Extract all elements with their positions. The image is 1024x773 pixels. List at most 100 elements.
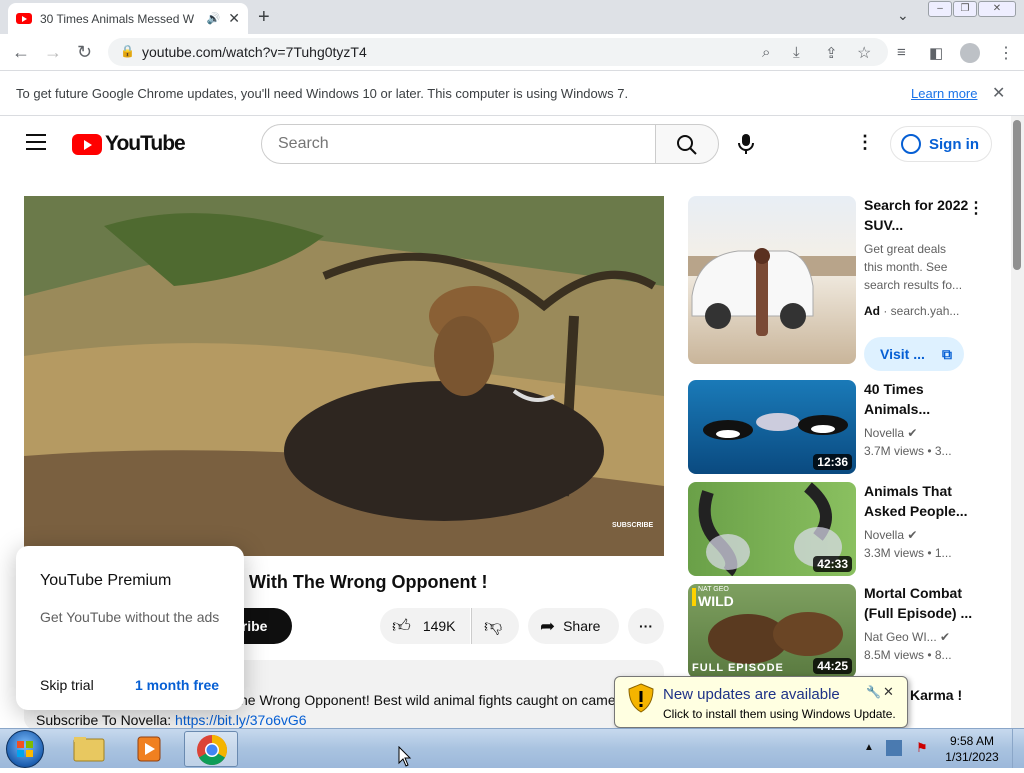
visit-label: Visit ... <box>880 346 925 362</box>
related-channel: Novella ✔ <box>864 526 917 544</box>
ad-more-icon[interactable]: ⋮ <box>968 198 984 218</box>
file-explorer-taskbar-button[interactable] <box>62 731 116 767</box>
close-window-button[interactable]: ✕ <box>978 1 1016 17</box>
start-button[interactable] <box>6 730 44 768</box>
update-title: New updates are available <box>663 686 840 703</box>
search-button[interactable] <box>655 124 719 164</box>
media-player-icon <box>137 736 161 762</box>
balloon-options-icon[interactable]: 🔧 <box>866 685 881 699</box>
tab-search-chevron-icon[interactable]: ⌄ <box>897 7 909 24</box>
video-player[interactable]: SUBSCRIBE <box>24 196 664 556</box>
sign-in-label: Sign in <box>929 135 979 153</box>
sign-in-button[interactable]: Sign in <box>890 126 992 162</box>
minimize-button[interactable]: – <box>928 1 952 17</box>
thumbs-down-icon: 👎︎ <box>484 616 503 636</box>
related-thumbnail[interactable]: 12:36 <box>688 380 856 474</box>
side-panel-icon[interactable]: ◧ <box>929 44 943 62</box>
reload-icon[interactable]: ↻ <box>77 42 92 63</box>
description-line: he Wrong Opponent! Best wild animal figh… <box>240 692 615 708</box>
visit-button[interactable]: Visit ... ⧉ <box>864 337 964 371</box>
related-meta: 3.3M views • 1... <box>864 546 952 560</box>
media-control-icon[interactable]: ≡ <box>897 44 906 61</box>
premium-subtitle: Get YouTube without the ads <box>40 609 220 625</box>
channel-name: Nat Geo WI... <box>864 630 937 644</box>
duration-badge: 12:36 <box>813 454 852 470</box>
network-tray-icon[interactable] <box>886 740 902 756</box>
related-title[interactable]: 40 Times Animals... <box>864 379 974 419</box>
more-actions-button[interactable]: ··· <box>628 608 664 644</box>
windows-logo-icon <box>17 741 33 757</box>
youtube-logo[interactable]: YouTube <box>72 132 186 155</box>
chrome-icon <box>197 735 228 766</box>
related-thumbnail[interactable]: NAT GEO WILD FULL EPISODE 44:25 <box>688 584 856 678</box>
wild-badge: WILD <box>698 593 734 609</box>
tab-close-icon[interactable]: ✕ <box>228 10 240 27</box>
update-body: Click to install them using Windows Upda… <box>663 707 896 721</box>
show-hidden-icons[interactable]: ▲ <box>864 742 874 753</box>
lock-icon[interactable]: 🔒 <box>120 44 135 58</box>
clock-time: 9:58 AM <box>949 734 995 748</box>
dislike-button[interactable]: 👎︎ <box>471 608 519 644</box>
share-label: Share <box>563 618 601 634</box>
month-free-button[interactable]: 1 month free <box>135 677 219 693</box>
zoom-search-icon[interactable]: ⌕ <box>762 44 770 61</box>
bookmark-star-icon[interactable]: ☆ <box>857 43 871 63</box>
share-page-icon[interactable]: ⇪ <box>825 44 838 62</box>
taskbar-clock[interactable]: 9:58 AM 1/31/2023 <box>936 733 1008 765</box>
more-options-icon[interactable]: ⋮ <box>856 132 874 153</box>
infobar-message: To get future Google Chrome updates, you… <box>16 86 629 101</box>
restore-button[interactable]: ❐ <box>953 1 977 17</box>
forward-icon[interactable]: → <box>44 42 62 63</box>
description-prefix: Subscribe To Novella: <box>36 712 176 728</box>
youtube-logo-text: YouTube <box>105 132 186 155</box>
speaker-icon[interactable]: 🔊 <box>207 12 221 25</box>
ad-thumbnail[interactable] <box>688 196 856 364</box>
url-text: youtube.com/watch?v=7Tuhg0tyzT4 <box>142 44 367 60</box>
related-title[interactable]: Mortal Combat (Full Episode) ... <box>864 583 974 623</box>
related-title[interactable]: Karma ! <box>910 685 1020 705</box>
infobar-close-icon[interactable]: ✕ <box>992 83 1005 103</box>
related-thumbnail[interactable]: 42:33 <box>688 482 856 576</box>
profile-avatar-icon[interactable] <box>960 43 980 63</box>
microphone-icon[interactable] <box>736 133 756 160</box>
skip-trial-button[interactable]: Skip trial <box>40 677 94 693</box>
duration-badge: 42:33 <box>813 556 852 572</box>
ad-title[interactable]: Search for 2022 SUV... <box>864 195 974 235</box>
chrome-menu-icon[interactable]: ⋮ <box>998 43 1014 63</box>
address-bar[interactable]: youtube.com/watch?v=7Tuhg0tyzT4 <box>108 38 888 66</box>
related-meta: 8.5M views • 8... <box>864 648 952 662</box>
back-icon[interactable]: ← <box>12 42 30 63</box>
natgeo-label: NAT GEO <box>698 586 729 593</box>
action-center-flag-icon[interactable]: ⚑ <box>916 740 932 756</box>
more-horizontal-icon: ··· <box>639 618 653 634</box>
thumbs-up-icon: 👍︎ <box>392 616 411 636</box>
ad-label: Ad <box>864 304 880 318</box>
description-subscribe-line: Subscribe To Novella: https://bit.ly/37o… <box>36 712 307 728</box>
verified-icon: ✔ <box>940 630 951 644</box>
video-frame-image <box>24 196 664 556</box>
media-player-taskbar-button[interactable] <box>122 731 176 767</box>
verified-icon: ✔ <box>907 528 918 542</box>
premium-title: YouTube Premium <box>40 572 172 589</box>
youtube-favicon-icon <box>16 13 32 24</box>
tab-title: 30 Times Animals Messed W <box>40 11 195 26</box>
learn-more-link[interactable]: Learn more <box>911 86 977 101</box>
show-desktop-button[interactable] <box>1012 729 1024 768</box>
like-button[interactable]: 👍︎ 149K <box>380 608 470 644</box>
balloon-close-icon[interactable]: ✕ <box>883 684 894 700</box>
scrollbar-thumb[interactable] <box>1013 120 1021 270</box>
chrome-taskbar-button[interactable] <box>184 731 238 767</box>
description-link[interactable]: https://bit.ly/37o6vG6 <box>175 712 307 728</box>
hamburger-menu-icon[interactable] <box>26 134 46 150</box>
related-channel: Novella ✔ <box>864 424 917 442</box>
full-episode-caption: FULL EPISODE <box>692 662 784 674</box>
share-button[interactable]: ➦ Share <box>528 608 619 644</box>
ad-label-line: Ad · search.yah... <box>864 304 960 318</box>
search-input[interactable] <box>261 124 656 164</box>
like-count: 149K <box>422 618 456 634</box>
browser-tab[interactable]: 30 Times Animals Messed W 🔊 ✕ <box>8 3 248 34</box>
related-title[interactable]: Animals That Asked People... <box>864 481 974 521</box>
new-tab-button[interactable]: + <box>258 6 270 29</box>
install-app-icon[interactable]: ⤓ <box>793 44 800 61</box>
ad-domain: search.yah... <box>890 304 960 318</box>
